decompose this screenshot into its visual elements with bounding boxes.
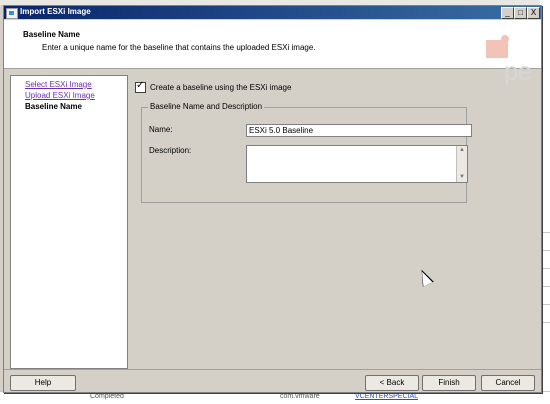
dialog-title: Import ESXi Image bbox=[20, 7, 91, 16]
task-server[interactable]: VCENTERSPECIAL bbox=[355, 393, 418, 400]
import-esxi-image-dialog: Import ESXi Image _ □ X Baseline Name En… bbox=[3, 5, 542, 393]
name-label: Name: bbox=[149, 125, 173, 134]
wizard-content: Create a baseline using the ESXi image B… bbox=[132, 75, 537, 367]
title-bar[interactable]: Import ESXi Image _ □ X bbox=[4, 6, 541, 19]
wizard-header: Baseline Name Enter a unique name for th… bbox=[4, 20, 541, 86]
create-baseline-checkbox[interactable] bbox=[135, 80, 146, 93]
create-baseline-label[interactable]: Create a baseline using the ESXi image bbox=[150, 83, 291, 92]
scroll-up-arrow-icon[interactable]: ▲ bbox=[457, 146, 467, 155]
wizard-steps-panel: Select ESXi Image Upload ESXi Image Base… bbox=[10, 75, 128, 369]
group-title: Baseline Name and Description bbox=[148, 102, 265, 111]
description-label: Description: bbox=[149, 146, 192, 155]
task-status: Completed bbox=[90, 393, 124, 400]
scroll-down-arrow-icon[interactable]: ▼ bbox=[457, 173, 467, 182]
cancel-button[interactable]: Cancel bbox=[481, 375, 535, 391]
step-baseline-name: Baseline Name bbox=[25, 102, 82, 111]
app-icon bbox=[6, 8, 18, 19]
minimize-button[interactable]: _ bbox=[501, 7, 514, 19]
page-subtitle: Enter a unique name for the baseline tha… bbox=[42, 43, 316, 52]
footer-separator bbox=[4, 369, 541, 370]
description-scrollbar[interactable]: ▲ ▼ bbox=[456, 146, 467, 182]
name-field[interactable]: ESXi 5.0 Baseline bbox=[246, 124, 472, 137]
description-field[interactable]: ▲ ▼ bbox=[246, 145, 468, 183]
help-button[interactable]: Help bbox=[10, 375, 76, 391]
baseline-name-group: Baseline Name and Description Name: ESXi… bbox=[141, 102, 472, 203]
step-upload-esxi-image[interactable]: Upload ESXi Image bbox=[25, 91, 95, 100]
maximize-button[interactable]: □ bbox=[514, 7, 527, 19]
back-button[interactable]: < Back bbox=[365, 375, 419, 391]
page-title: Baseline Name bbox=[23, 30, 80, 39]
step-select-esxi-image[interactable]: Select ESXi Image bbox=[25, 80, 92, 89]
close-button[interactable]: X bbox=[527, 7, 540, 19]
task-target: com.vmware bbox=[280, 393, 320, 400]
finish-button[interactable]: Finish bbox=[422, 375, 476, 391]
